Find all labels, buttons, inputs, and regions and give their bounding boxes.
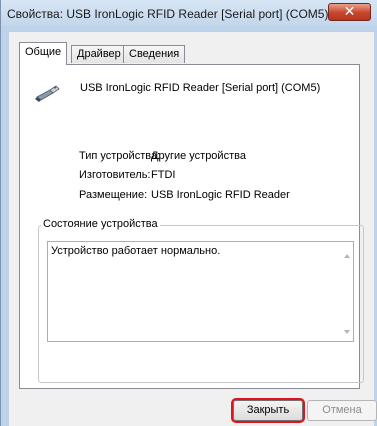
window-close-button[interactable]: ✕ [328, 3, 371, 21]
window-title: Свойства: USB IronLogic RFID Reader [Ser… [7, 7, 329, 21]
general-tab-panel: USB IronLogic RFID Reader [Serial port] … [19, 64, 364, 389]
properties-dialog: Свойства: USB IronLogic RFID Reader [Ser… [0, 0, 377, 426]
tab-general[interactable]: Общие [19, 42, 68, 65]
manufacturer-value: FTDI [151, 169, 176, 181]
tab-details[interactable]: Сведения [123, 45, 186, 63]
title-bar[interactable]: Свойства: USB IronLogic RFID Reader [Ser… [1, 0, 377, 26]
tab-driver[interactable]: Драйвер [71, 45, 127, 63]
close-button-label: Закрыть [246, 404, 290, 416]
device-status-textbox[interactable]: Устройство работает нормально. [47, 241, 354, 342]
tab-driver-label: Драйвер [77, 48, 121, 60]
cancel-button[interactable]: Отмена [307, 400, 377, 421]
device-name: USB IronLogic RFID Reader [Serial port] … [80, 82, 321, 94]
dialog-client-area: Общие Драйвер Сведения USB IronLogic RFI… [9, 32, 377, 426]
device-type-label: Тип устройства: [79, 150, 161, 162]
usb-connector-icon [35, 85, 60, 102]
cancel-button-label: Отмена [322, 404, 362, 416]
close-icon: ✕ [343, 4, 356, 20]
tab-general-label: Общие [25, 46, 62, 58]
location-value: USB IronLogic RFID Reader [151, 189, 290, 201]
scroll-up-arrow-icon[interactable] [344, 254, 350, 258]
tab-details-label: Сведения [129, 48, 180, 60]
location-label: Размещение: [79, 189, 148, 201]
manufacturer-label: Изготовитель: [79, 169, 151, 181]
scroll-down-arrow-icon[interactable] [344, 330, 350, 334]
device-type-value: Другие устройства [151, 150, 246, 162]
device-status-text: Устройство работает нормально. [51, 245, 221, 257]
device-status-group: Состояние устройства Устройство работает… [38, 218, 364, 383]
close-button[interactable]: Закрыть [231, 398, 305, 423]
device-status-label: Состояние устройства [41, 218, 160, 230]
